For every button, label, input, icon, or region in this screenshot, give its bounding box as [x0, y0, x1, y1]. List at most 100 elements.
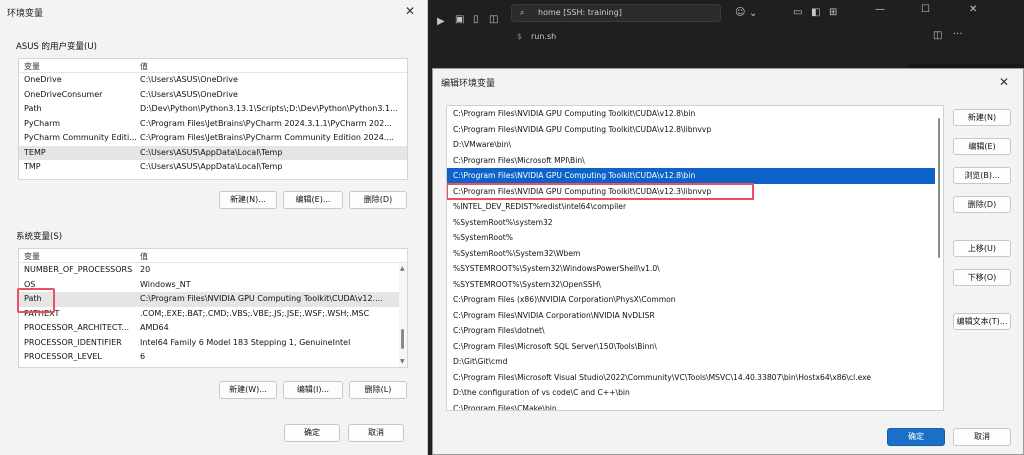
path-entry[interactable]: C:\Program Files\NVIDIA GPU Computing To… [447, 168, 943, 184]
variable-row[interactable]: Path D:\Dev\Python\Python3.13.1\Scripts\;… [19, 102, 407, 117]
path-entry[interactable]: %INTEL_DEV_REDIST%redist\intel64\compile… [447, 199, 943, 215]
system-delete-button[interactable]: 删除(L) [349, 381, 407, 399]
variable-value: Intel64 Family 6 Model 183 Stepping 1, G… [140, 337, 351, 347]
chevron-down-icon[interactable]: ⌄ [749, 8, 757, 19]
edit-environment-variable-dialog: 编辑环境变量 ✕ C:\Program Files\NVIDIA GPU Com… [432, 68, 1024, 455]
environment-variables-dialog: 环境变量 ✕ ASUS 的用户变量(U) 变量 值 OneDrive C:\Use… [0, 0, 428, 455]
path-entry[interactable]: D:\the configuration of vs code\C and C+… [447, 385, 943, 401]
variable-row[interactable]: PyCharm Community Editi... C:\Program Fil… [19, 131, 407, 146]
path-entry[interactable]: C:\Program Files\Microsoft Visual Studio… [447, 370, 943, 386]
list-header: 变量 值 [19, 59, 407, 73]
path-entry[interactable]: %SYSTEMROOT%\System32\OpenSSH\ [447, 277, 943, 293]
move-up-button[interactable]: 上移(U) [953, 240, 1011, 257]
variable-value: Windows_NT [140, 279, 191, 289]
extension-icon[interactable]: ▣ [455, 14, 464, 25]
variable-row[interactable]: TEMP C:\Users\ASUS\AppData\Local\Temp [19, 145, 407, 160]
variable-row[interactable]: PROCESSOR_IDENTIFIER Intel64 Family 6 Mod… [19, 336, 407, 351]
command-center-search[interactable]: ⌕ home [SSH: training] [511, 4, 721, 22]
path-entry[interactable]: D:\Git\Git\cmd [447, 354, 943, 370]
path-highlight-box [17, 288, 55, 313]
path-entry[interactable]: C:\Program Files\Microsoft SQL Server\15… [447, 339, 943, 355]
delete-button[interactable]: 删除(D) [953, 196, 1011, 213]
variable-value: C:\Program Files\JetBrains\PyCharm 2024.… [140, 118, 392, 128]
variable-value: C:\Users\ASUS\OneDrive [140, 89, 238, 99]
split-icon[interactable]: ◫ [489, 14, 498, 25]
column-value[interactable]: 值 [140, 61, 148, 72]
path-entry[interactable]: %SystemRoot%\system32 [447, 215, 943, 231]
ok-button[interactable]: 确定 [887, 428, 945, 446]
path-entry[interactable]: C:\Program Files\NVIDIA GPU Computing To… [447, 106, 943, 122]
dialog-title: 环境变量 [7, 9, 44, 19]
close-icon[interactable]: ✕ [393, 0, 427, 24]
scrollbar-thumb[interactable] [938, 118, 940, 258]
path-entry[interactable]: C:\Program Files\Microsoft MPI\Bin\ [447, 153, 943, 169]
variable-value: C:\Users\ASUS\AppData\Local\Temp [140, 147, 283, 157]
variable-row[interactable]: OneDriveConsumer C:\Users\ASUS\OneDrive [19, 88, 407, 103]
user-variables-list[interactable]: 变量 值 OneDrive C:\Users\ASUS\OneDrive OneDr… [18, 58, 408, 180]
path-entry[interactable]: %SYSTEMROOT%\System32\WindowsPowerShell\… [447, 261, 943, 277]
remote-icon[interactable]: ▯ [473, 14, 479, 25]
move-down-button[interactable]: 下移(O) [953, 269, 1011, 286]
variable-row[interactable]: NUMBER_OF_PROCESSORS 20 [19, 263, 407, 278]
system-edit-button[interactable]: 编辑(I)... [283, 381, 343, 399]
variable-row[interactable]: OS Windows_NT [19, 278, 407, 293]
toggle-sidebar-icon[interactable]: ◧ [811, 7, 820, 18]
path-entry[interactable]: %SystemRoot% [447, 230, 943, 246]
system-new-button[interactable]: 新建(W)... [219, 381, 277, 399]
path-entry[interactable]: C:\Program Files (x86)\NVIDIA Corporatio… [447, 292, 943, 308]
variable-row[interactable]: PROCESSOR_ARCHITECT... AMD64 [19, 321, 407, 336]
system-list-scrollbar[interactable]: ▲ ▼ [399, 263, 407, 367]
cancel-button[interactable]: 取消 [953, 428, 1011, 446]
path-list-scrollbar[interactable] [935, 106, 943, 410]
variable-row[interactable]: OneDrive C:\Users\ASUS\OneDrive [19, 73, 407, 88]
path-entry[interactable]: C:\Program Files\CMake\bin [447, 401, 943, 411]
cancel-button[interactable]: 取消 [348, 424, 404, 442]
more-actions-icon[interactable]: ··· [953, 29, 963, 40]
path-entries-list[interactable]: C:\Program Files\NVIDIA GPU Computing To… [446, 105, 944, 411]
variable-row[interactable]: PyCharm C:\Program Files\JetBrains\PyChar… [19, 117, 407, 132]
user-delete-button[interactable]: 删除(D) [349, 191, 407, 209]
variable-value: D:\Dev\Python\Python3.13.1\Scripts\;D:\D… [140, 104, 398, 113]
new-button[interactable]: 新建(N) [953, 109, 1011, 126]
ok-button[interactable]: 确定 [284, 424, 340, 442]
scroll-down-icon[interactable]: ▼ [400, 358, 405, 365]
browse-button[interactable]: 浏览(B)... [953, 167, 1011, 184]
variable-row[interactable]: TMP C:\Users\ASUS\AppData\Local\Temp [19, 160, 407, 175]
layout-icon[interactable]: ⊞ [829, 7, 837, 18]
column-variable[interactable]: 变量 [24, 251, 40, 262]
user-new-button[interactable]: 新建(N)... [219, 191, 277, 209]
list-header: 变量 值 [19, 249, 407, 263]
variable-name: Path [24, 104, 42, 113]
menu-icon[interactable]: ▶ [437, 16, 445, 27]
tab-run-sh[interactable]: $ run.sh [511, 28, 641, 46]
column-value[interactable]: 值 [140, 251, 148, 262]
window-close-icon[interactable]: ✕ [969, 4, 977, 15]
split-editor-icon[interactable]: ◫ [933, 30, 942, 41]
maximize-icon[interactable]: ☐ [921, 4, 930, 15]
variable-value: C:\Users\ASUS\OneDrive [140, 75, 238, 84]
column-variable[interactable]: 变量 [24, 61, 40, 72]
edit-button[interactable]: 编辑(E) [953, 138, 1011, 155]
minimize-icon[interactable]: — [875, 4, 885, 15]
close-icon[interactable]: ✕ [987, 71, 1021, 95]
variable-name: PROCESSOR_ARCHITECT... [24, 323, 130, 332]
variable-name: TMP [24, 162, 41, 171]
edit-text-button[interactable]: 编辑文本(T)... [953, 313, 1011, 330]
system-variables-list[interactable]: 变量 值 NUMBER_OF_PROCESSORS 20 OS Windows_NT P… [18, 248, 408, 368]
variable-row[interactable]: Path C:\Program Files\NVIDIA GPU Computin… [19, 292, 407, 307]
title-bar: 环境变量 ✕ [0, 0, 427, 26]
tab-label: run.sh [531, 32, 557, 41]
copilot-icon[interactable]: ☺ [735, 7, 745, 18]
path-entry[interactable]: D:\VMware\bin\ [447, 137, 943, 153]
user-edit-button[interactable]: 编辑(E)... [283, 191, 343, 209]
path-entry[interactable]: %SystemRoot%\System32\Wbem [447, 246, 943, 262]
scroll-up-icon[interactable]: ▲ [400, 265, 405, 272]
toggle-panel-icon[interactable]: ▭ [793, 7, 802, 18]
path-entry[interactable]: C:\Program Files\NVIDIA GPU Computing To… [447, 122, 943, 138]
variable-row[interactable]: PATHEXT .COM;.EXE;.BAT;.CMD;.VBS;.VBE;.JS… [19, 307, 407, 322]
path-entry[interactable]: C:\Program Files\dotnet\ [447, 323, 943, 339]
path-entry[interactable]: C:\Program Files\NVIDIA Corporation\NVID… [447, 308, 943, 324]
path-entry[interactable]: C:\Program Files\NVIDIA GPU Computing To… [447, 182, 754, 200]
scrollbar-thumb[interactable] [401, 329, 404, 349]
variable-row[interactable]: PROCESSOR_LEVEL 6 [19, 350, 407, 365]
